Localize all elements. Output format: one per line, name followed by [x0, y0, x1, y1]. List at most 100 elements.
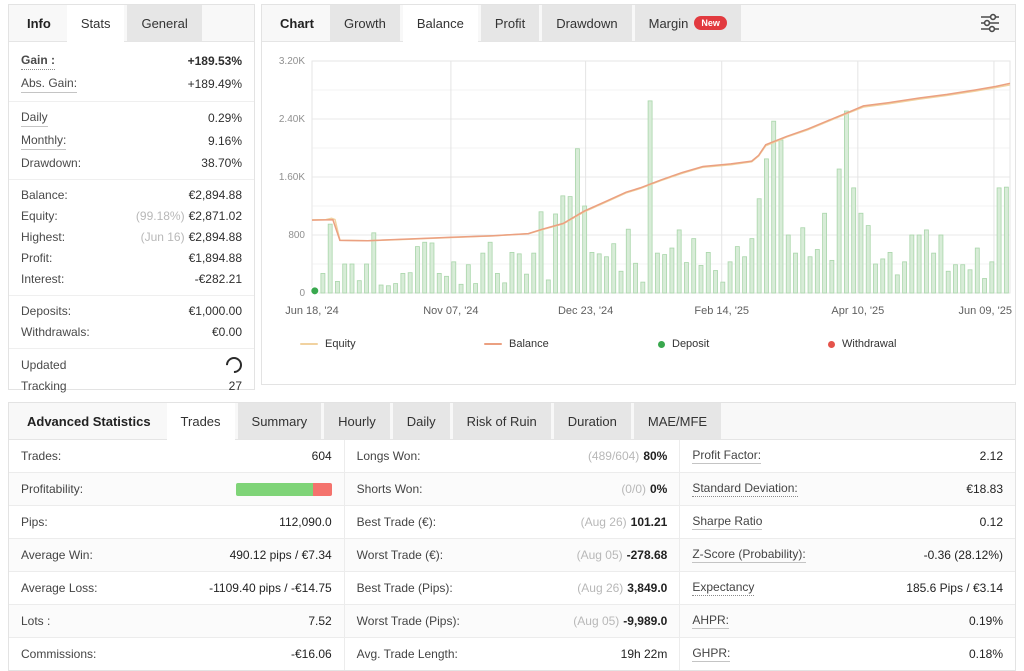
profit-bar [960, 264, 966, 294]
profit-bar [618, 270, 624, 294]
profit-bar [1003, 186, 1009, 294]
profit-bar [720, 281, 726, 294]
stat-label: Lots : [21, 614, 51, 628]
profit-bar [342, 263, 348, 294]
stat-label: Worst Trade (Pips): [356, 614, 460, 628]
stat-cell-commissions: Commissions: -€16.06 [9, 638, 345, 670]
legend-item-withdrawal[interactable]: Withdrawal [828, 338, 896, 350]
tab-stats[interactable]: Stats [66, 5, 125, 41]
tab-daily[interactable]: Daily [392, 403, 450, 439]
stat-row-deposits: Deposits: €1,000.00 [9, 301, 254, 322]
legend-item-balance[interactable]: Balance [484, 338, 549, 350]
profit-bar [923, 229, 929, 294]
tab-risk-of-ruin[interactable]: Risk of Ruin [452, 403, 551, 439]
tab-margin[interactable]: Margin New [634, 5, 741, 41]
profit-bar [422, 241, 428, 294]
x-axis-tick: Jun 18, '24 [285, 305, 338, 317]
tab-drawdown[interactable]: Drawdown [542, 5, 632, 41]
stat-label: Profit Factor: [692, 448, 762, 464]
stat-label: Balance: [21, 188, 68, 202]
stat-label: Highest: [21, 230, 66, 244]
tab-hourly[interactable]: Hourly [324, 403, 390, 439]
profit-bar [953, 264, 958, 294]
tab-duration[interactable]: Duration [553, 403, 631, 439]
tab-trades[interactable]: Trades [166, 403, 235, 439]
tab-label: Stats [80, 15, 111, 31]
stat-value-group: +189.49% [188, 77, 242, 92]
stat-value: €0.00 [211, 325, 242, 339]
stat-label: Commissions: [21, 647, 97, 661]
stat-row-abs-gain: Abs. Gain: +189.49% [9, 73, 254, 96]
stat-cell-ahpr: AHPR: 0.19% [680, 605, 1015, 637]
chart-canvas[interactable]: 3.20K 2.40K 1.60K 800 0 Jun 18, '24 Nov 07, '2… [262, 42, 1015, 327]
tab-general[interactable]: General [127, 5, 202, 41]
stat-value-group: 112,090.0 [279, 515, 332, 529]
tab-summary[interactable]: Summary [237, 403, 322, 439]
stat-label: Daily [21, 110, 48, 127]
profit-bar [502, 282, 508, 294]
profit-bar [844, 110, 849, 294]
tab-label: General [141, 15, 188, 31]
stat-cell-worst-trade-pips: Worst Trade (Pips): (Aug 05) -9,989.0 [345, 605, 681, 637]
trades-stats-table: Trades: 604 Longs Won: (489/604) 80% Profit F… [9, 440, 1015, 670]
stat-label: Updated [21, 357, 67, 372]
tab-info[interactable]: Info [9, 5, 67, 41]
legend-item-deposit[interactable]: Deposit [658, 338, 709, 350]
profit-bar [444, 275, 449, 294]
deposit-swatch-icon [658, 340, 665, 348]
stat-value-group: 2.12 [980, 449, 1003, 463]
x-axis-tick: Nov 07, '24 [423, 305, 478, 317]
tab-balance[interactable]: Balance [402, 5, 478, 41]
chart-legend: Equity Balance Deposit Withdrawal [262, 338, 1015, 358]
stat-value: +189.53% [187, 54, 242, 68]
stat-value: -€16.06 [290, 647, 332, 661]
stat-value-group: -1109.40 pips / -€14.75 [209, 581, 332, 595]
tab-profit[interactable]: Profit [480, 5, 540, 41]
profit-bar [800, 227, 806, 294]
profit-bar [604, 256, 609, 294]
stat-value: -278.68 [626, 548, 668, 562]
chart-settings-button[interactable] [965, 5, 1015, 41]
profit-bar [742, 256, 748, 294]
legend-item-equity[interactable]: Equity [300, 338, 356, 350]
stat-value: €18.83 [966, 482, 1004, 496]
stat-row-drawdown: Drawdown: 38.70% [9, 153, 254, 174]
stat-value: 101.21 [630, 515, 668, 529]
stat-value: -1109.40 pips / -€14.75 [209, 581, 332, 595]
stat-cell-average-win: Average Win: 490.12 pips / €7.34 [9, 539, 345, 571]
profit-bar [487, 241, 493, 294]
stat-value-group: 490.12 pips / €7.34 [230, 548, 332, 562]
profit-bar [887, 251, 893, 294]
tab-label: Hourly [338, 413, 376, 429]
tab-growth[interactable]: Growth [329, 5, 400, 41]
stat-group: Deposits: €1,000.00 Withdrawals: €0.00 [9, 296, 254, 349]
tab-advanced-statistics[interactable]: Advanced Statistics [9, 403, 167, 439]
advanced-statistics-panel: Advanced Statistics Trades Summary Hourly D… [8, 402, 1016, 671]
stat-value: 2.12 [979, 449, 1004, 463]
stat-row-daily: Daily 0.29% [9, 107, 254, 130]
stat-label: Profitability: [21, 482, 84, 496]
profitability-bar [235, 482, 332, 496]
stat-value-group: €0.00 [212, 325, 242, 340]
profit-bar [909, 234, 915, 294]
stat-muted-note: (Aug 05) [576, 548, 623, 562]
stat-muted-note: (0/0) [621, 482, 646, 496]
tab-mae-mfe[interactable]: MAE/MFE [633, 403, 722, 439]
table-row: Average Win: 490.12 pips / €7.34 Worst Tra… [9, 539, 1015, 572]
stats-body: Gain : +189.53% Abs. Gain: +189.49% Daily 0.2… [9, 42, 254, 402]
tabbar-spacer [741, 5, 965, 41]
profit-bar [545, 279, 551, 294]
stat-group: Updated Tracking 27 [9, 349, 254, 402]
profit-bar [385, 285, 391, 294]
stat-label: Deposits: [21, 304, 72, 318]
tab-chart[interactable]: Chart [262, 5, 330, 41]
stat-muted-note: (Aug 26) [577, 581, 624, 595]
tab-label: Duration [567, 413, 617, 429]
stat-value-group: (99.18%) €2,871.02 [136, 209, 242, 224]
stat-value-group: €2,894.88 [189, 188, 242, 203]
stat-label: Interest: [21, 272, 65, 286]
profit-bar [822, 212, 827, 294]
profit-bar [574, 148, 580, 294]
stat-label: Abs. Gain: [21, 76, 78, 93]
profit-bar [335, 280, 340, 294]
